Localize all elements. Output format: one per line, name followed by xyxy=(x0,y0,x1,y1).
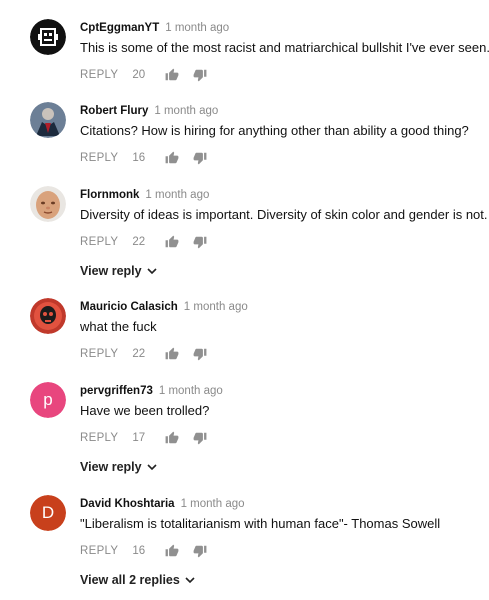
timestamp[interactable]: 1 month ago xyxy=(159,385,223,397)
avatar-letter: D xyxy=(30,495,66,531)
comment-body: CptEggmanYT 1 month ago This is some of t… xyxy=(80,19,489,83)
thumbs-down-icon[interactable] xyxy=(193,68,207,82)
avatar-letter: p xyxy=(30,382,66,418)
letter-avatar[interactable]: D xyxy=(30,495,66,531)
timestamp[interactable]: 1 month ago xyxy=(154,105,218,117)
comment-meta: Robert Flury 1 month ago xyxy=(80,102,480,118)
thumbs-up-icon[interactable] xyxy=(165,235,179,249)
author-name[interactable]: Mauricio Calasich xyxy=(80,301,178,313)
view-replies-label: View all 2 replies xyxy=(80,573,180,587)
chevron-down-icon xyxy=(147,463,157,471)
comment-body: Flornmonk 1 month ago Diversity of ideas … xyxy=(80,186,488,280)
comment-meta: Mauricio Calasich 1 month ago xyxy=(80,298,480,314)
chevron-down-icon xyxy=(185,576,195,584)
comment-meta: pervgriffen73 1 month ago xyxy=(80,382,480,398)
like-count: 17 xyxy=(132,432,146,444)
comment-actions: REPLY 16 xyxy=(80,543,480,559)
comment-text: Citations? How is hiring for anything ot… xyxy=(80,123,469,138)
suited-figure-avatar[interactable] xyxy=(30,102,66,138)
comment-actions: REPLY 16 xyxy=(80,150,480,166)
reply-button[interactable]: REPLY xyxy=(80,152,118,164)
comment-body: David Khoshtaria 1 month ago "Liberalism … xyxy=(80,495,480,589)
comment-text: Have we been trolled? xyxy=(80,403,210,418)
thumbs-up-icon[interactable] xyxy=(165,431,179,445)
chevron-down-icon xyxy=(147,267,157,275)
like-count: 20 xyxy=(132,69,146,81)
author-name[interactable]: Robert Flury xyxy=(80,105,148,117)
reply-button[interactable]: REPLY xyxy=(80,348,118,360)
thumbs-down-icon[interactable] xyxy=(193,235,207,249)
reply-button[interactable]: REPLY xyxy=(80,236,118,248)
comment-feed: CptEggmanYT 1 month ago This is some of t… xyxy=(0,0,489,600)
reply-button[interactable]: REPLY xyxy=(80,69,118,81)
view-replies-label: View reply xyxy=(80,460,142,474)
comment-body: pervgriffen73 1 month ago Have we been tr… xyxy=(80,382,480,476)
like-count: 22 xyxy=(132,348,146,360)
comment-text: what the fuck xyxy=(80,319,157,334)
red-skull-avatar[interactable] xyxy=(30,298,66,334)
pixel-skull-avatar[interactable] xyxy=(30,19,66,55)
author-name[interactable]: Flornmonk xyxy=(80,189,139,201)
author-name[interactable]: pervgriffen73 xyxy=(80,385,153,397)
author-name[interactable]: CptEggmanYT xyxy=(80,22,159,34)
comment-actions: REPLY 17 xyxy=(80,430,480,446)
like-count: 16 xyxy=(132,545,146,557)
author-name[interactable]: David Khoshtaria xyxy=(80,498,175,510)
thumbs-down-icon[interactable] xyxy=(193,151,207,165)
letter-avatar[interactable]: p xyxy=(30,382,66,418)
comment-text: "Liberalism is totalitarianism with huma… xyxy=(80,516,441,531)
view-replies-link[interactable]: View reply xyxy=(80,460,157,474)
comment-actions: REPLY 20 xyxy=(80,67,480,83)
bald-face-avatar[interactable] xyxy=(30,186,66,222)
comment-actions: REPLY 22 xyxy=(80,346,480,362)
like-count: 16 xyxy=(132,152,146,164)
view-replies-link[interactable]: View reply xyxy=(80,264,157,278)
thumbs-down-icon[interactable] xyxy=(193,431,207,445)
timestamp[interactable]: 1 month ago xyxy=(145,189,209,201)
comment-meta: Flornmonk 1 month ago xyxy=(80,186,480,202)
view-replies-link[interactable]: View all 2 replies xyxy=(80,573,195,587)
view-replies-label: View reply xyxy=(80,264,142,278)
thumbs-down-icon[interactable] xyxy=(193,544,207,558)
thumbs-up-icon[interactable] xyxy=(165,68,179,82)
comment-body: Robert Flury 1 month ago Citations? How i… xyxy=(80,102,480,166)
like-count: 22 xyxy=(132,236,146,248)
reply-button[interactable]: REPLY xyxy=(80,545,118,557)
thumbs-down-icon[interactable] xyxy=(193,347,207,361)
comment-actions: REPLY 22 xyxy=(80,234,480,250)
comment-meta: CptEggmanYT 1 month ago xyxy=(80,19,480,35)
comment-body: Mauricio Calasich 1 month ago what the fu… xyxy=(80,298,480,362)
thumbs-up-icon[interactable] xyxy=(165,544,179,558)
timestamp[interactable]: 1 month ago xyxy=(181,498,245,510)
comment-text: Diversity of ideas is important. Diversi… xyxy=(80,207,488,222)
comment-meta: David Khoshtaria 1 month ago xyxy=(80,495,480,511)
thumbs-up-icon[interactable] xyxy=(165,151,179,165)
comment-text: This is some of the most racist and matr… xyxy=(80,40,489,55)
timestamp[interactable]: 1 month ago xyxy=(165,22,229,34)
reply-button[interactable]: REPLY xyxy=(80,432,118,444)
timestamp[interactable]: 1 month ago xyxy=(184,301,248,313)
thumbs-up-icon[interactable] xyxy=(165,347,179,361)
